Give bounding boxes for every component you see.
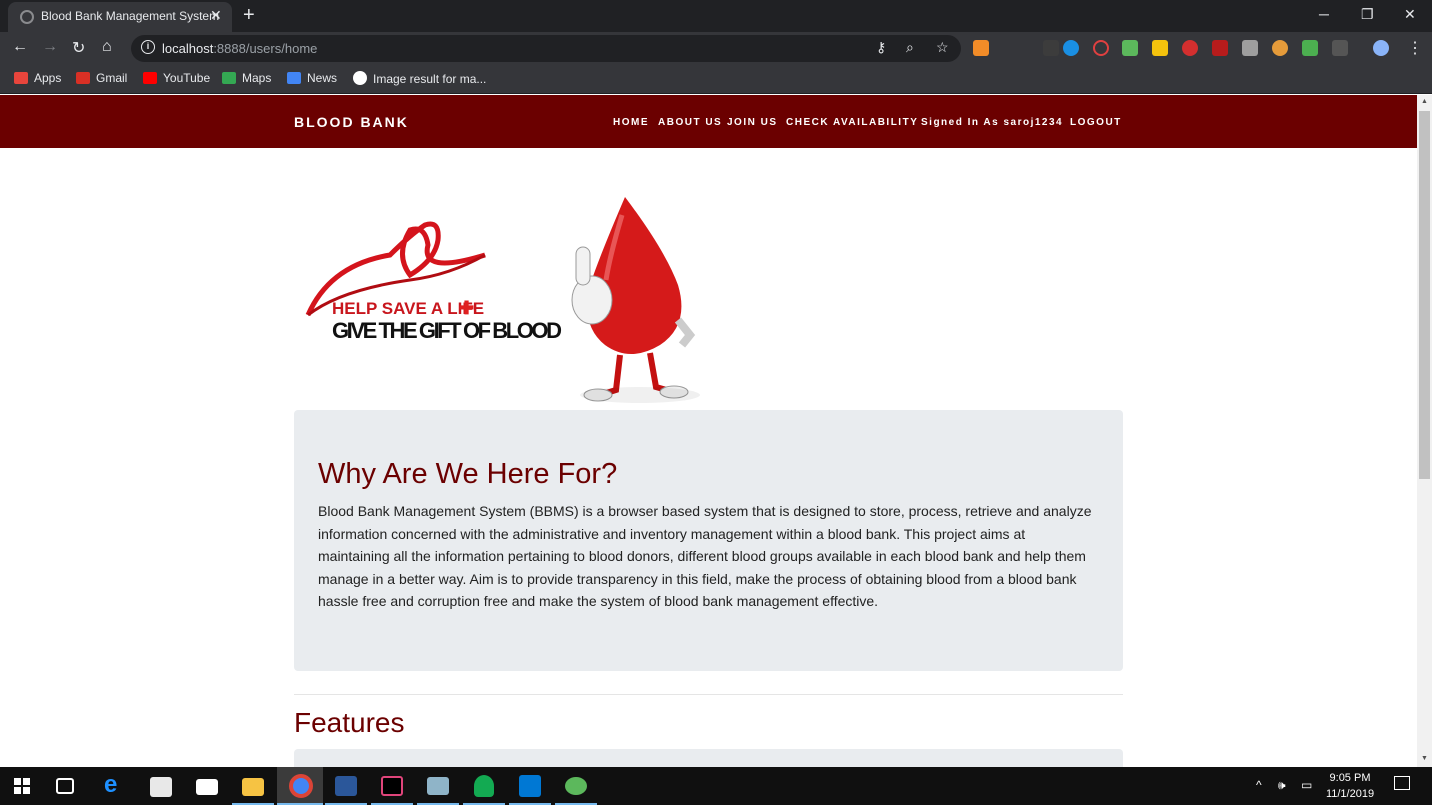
windows-taskbar: e ^ 🕪 ▭ 9:05 PM 11/1/2019: [0, 767, 1432, 805]
notifications-icon[interactable]: [1394, 776, 1410, 790]
cookie-icon[interactable]: [1272, 40, 1288, 56]
site-navbar: BLOOD BANK HOME ABOUT US JOIN US CHECK A…: [0, 95, 1417, 148]
browser-tab-strip: Blood Bank Management System ✕ + ─ ❐ ✕: [0, 0, 1432, 32]
reload-icon[interactable]: ↻: [72, 38, 85, 58]
tree-icon[interactable]: [1302, 40, 1318, 56]
about-title: Why Are We Here For?: [318, 458, 618, 490]
extension-blue-icon[interactable]: [1063, 40, 1079, 56]
drive-icon[interactable]: [1242, 40, 1258, 56]
cube-icon[interactable]: [1332, 40, 1348, 56]
maps-icon: [222, 72, 236, 84]
features-title: Features: [294, 707, 405, 738]
apps-grid-icon: [14, 72, 28, 84]
app-green-icon[interactable]: [565, 777, 587, 795]
gmail-icon: [76, 72, 90, 84]
page-scrollbar[interactable]: ▲ ▼: [1417, 95, 1432, 767]
nav-logout[interactable]: LOGOUT: [1070, 117, 1122, 128]
taskbar-clock[interactable]: 9:05 PM 11/1/2019: [1320, 770, 1380, 802]
hero-line-2: GIVE THE GIFT OF BLOOD: [332, 318, 562, 343]
globe-icon: [20, 10, 34, 24]
bookmark-news[interactable]: News: [287, 71, 337, 85]
restore-icon[interactable]: ❐: [1361, 6, 1374, 23]
volume-icon[interactable]: 🕪: [1278, 778, 1286, 793]
mongodb-icon[interactable]: [474, 775, 494, 797]
url-text: localhost:8888/users/home: [162, 41, 318, 56]
google-icon: [353, 71, 367, 85]
scrollbar-thumb[interactable]: [1419, 111, 1430, 479]
mail-icon[interactable]: [196, 779, 218, 795]
tray-chevron-icon[interactable]: ^: [1256, 778, 1262, 792]
store-icon[interactable]: [150, 777, 172, 797]
word-icon[interactable]: [335, 776, 357, 796]
youtube-icon: [143, 72, 157, 84]
extension-pen-icon[interactable]: [1043, 40, 1059, 56]
minimize-icon[interactable]: ─: [1319, 6, 1329, 22]
new-tab-icon[interactable]: +: [243, 4, 255, 27]
hero-banner-image: HELP SAVE A LIFE ✚ GIVE THE GIFT OF BLOO…: [305, 197, 700, 403]
chrome-icon[interactable]: [289, 774, 313, 798]
address-bar[interactable]: i localhost:8888/users/home ⚷ ⌕ ☆: [131, 35, 961, 62]
clock-time: 9:05 PM: [1329, 772, 1371, 784]
close-tab-icon[interactable]: ✕: [210, 7, 222, 24]
nav-home[interactable]: HOME: [613, 117, 649, 128]
task-view-icon[interactable]: [56, 778, 74, 794]
vscode-icon[interactable]: [519, 775, 541, 797]
close-window-icon[interactable]: ✕: [1404, 6, 1416, 23]
bookmark-image-result[interactable]: Image result for ma...: [353, 71, 486, 86]
news-icon: [287, 72, 301, 84]
clock-date: 11/1/2019: [1325, 788, 1375, 800]
web-page: BLOOD BANK HOME ABOUT US JOIN US CHECK A…: [0, 95, 1417, 767]
site-brand[interactable]: BLOOD BANK: [294, 114, 409, 130]
about-card: Why Are We Here For? Blood Bank Manageme…: [294, 410, 1123, 671]
notepad-icon[interactable]: [427, 777, 449, 795]
nav-about-us[interactable]: ABOUT US: [658, 117, 722, 128]
features-card: [294, 749, 1123, 767]
bookmark-star-icon[interactable]: ☆: [936, 39, 949, 56]
svg-text:✚: ✚: [459, 298, 474, 318]
scroll-up-icon[interactable]: ▲: [1421, 98, 1428, 105]
extension-block-icon[interactable]: [1093, 40, 1109, 56]
section-divider: [294, 694, 1123, 695]
intellij-icon[interactable]: [381, 776, 403, 796]
info-icon[interactable]: i: [141, 40, 155, 54]
extension-green-icon[interactable]: [1122, 40, 1138, 56]
key-icon[interactable]: ⚷: [876, 39, 886, 56]
edge-icon[interactable]: e: [104, 771, 128, 798]
tab-title: Blood Bank Management System: [41, 9, 220, 23]
windows-start-icon[interactable]: [14, 778, 30, 794]
extension-yellow-icon[interactable]: [1152, 40, 1168, 56]
nav-check-availability[interactable]: CHECK AVAILABILITY: [786, 117, 918, 128]
bookmark-youtube[interactable]: YouTube: [143, 71, 210, 85]
home-icon[interactable]: ⌂: [102, 38, 112, 56]
nav-join-us[interactable]: JOIN US: [727, 117, 778, 128]
file-explorer-icon[interactable]: [242, 778, 264, 796]
back-icon[interactable]: ←: [12, 38, 28, 56]
browser-tab[interactable]: Blood Bank Management System ✕: [8, 2, 232, 32]
pdf-icon[interactable]: [1212, 40, 1228, 56]
about-text: Blood Bank Management System (BBMS) is a…: [318, 503, 1092, 609]
forward-icon[interactable]: →: [42, 38, 58, 56]
zoom-icon[interactable]: ⌕: [906, 39, 914, 56]
nav-signed-in-user[interactable]: Signed In As saroj1234: [921, 117, 1063, 128]
browser-toolbar: ← → ↻ ⌂ i localhost:8888/users/home ⚷ ⌕ …: [0, 32, 1432, 64]
bookmark-apps[interactable]: Apps: [14, 71, 61, 85]
bookmarks-bar: Apps Gmail YouTube Maps News Image resul…: [0, 64, 1432, 94]
extension-red-icon[interactable]: [1182, 40, 1198, 56]
menu-dots-icon[interactable]: ⋮: [1407, 38, 1423, 58]
extension-wrench-icon[interactable]: [973, 40, 989, 56]
battery-icon[interactable]: ▭: [1301, 778, 1312, 792]
scroll-down-icon[interactable]: ▼: [1421, 755, 1428, 762]
profile-avatar[interactable]: [1373, 40, 1389, 56]
bookmark-maps[interactable]: Maps: [222, 71, 271, 85]
bookmark-gmail[interactable]: Gmail: [76, 71, 127, 85]
